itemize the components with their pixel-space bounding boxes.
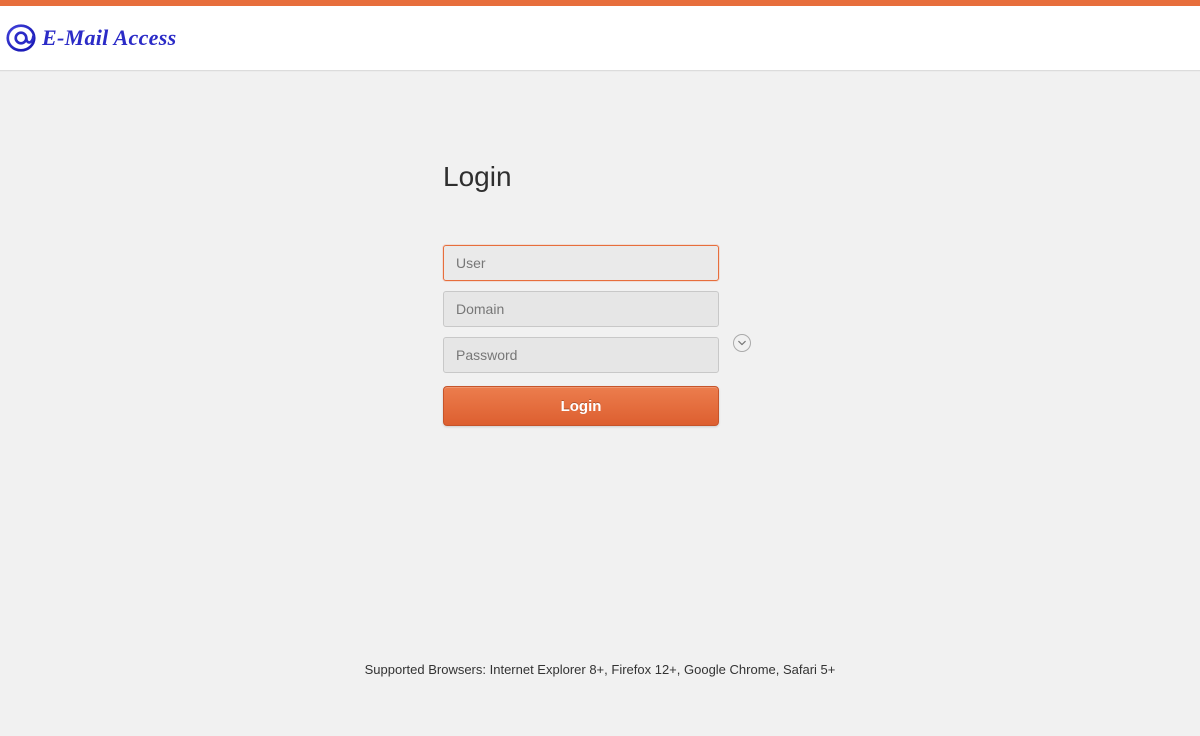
logo-text: E-Mail Access <box>42 25 176 51</box>
expand-options-button[interactable] <box>733 334 751 352</box>
login-form: Login <box>443 245 753 426</box>
header: E-Mail Access <box>0 6 1200 71</box>
domain-input[interactable] <box>443 291 719 327</box>
login-button[interactable]: Login <box>443 386 719 426</box>
login-panel: Login Login <box>443 161 753 426</box>
at-sign-icon <box>6 23 36 53</box>
logo: E-Mail Access <box>6 23 176 53</box>
login-title: Login <box>443 161 753 193</box>
chevron-down-icon <box>738 334 746 352</box>
password-input[interactable] <box>443 337 719 373</box>
user-input[interactable] <box>443 245 719 281</box>
supported-browsers-text: Supported Browsers: Internet Explorer 8+… <box>0 662 1200 677</box>
